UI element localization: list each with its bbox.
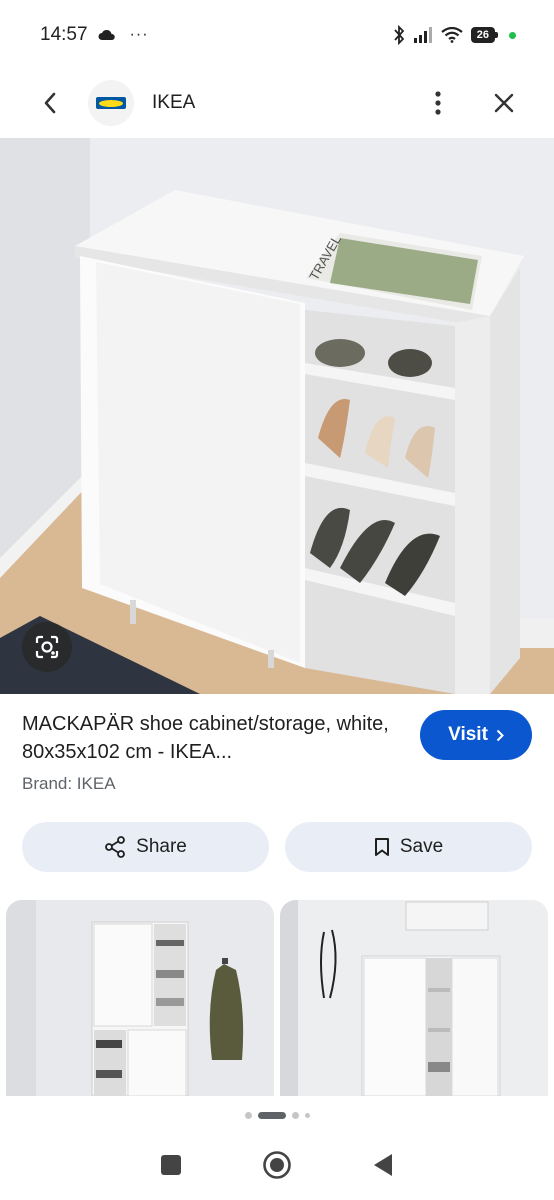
related-images [0, 900, 554, 1096]
related-cabinet-photo-2 [280, 900, 548, 1096]
bluetooth-icon [394, 25, 404, 45]
save-button[interactable]: Save [285, 822, 532, 872]
product-title[interactable]: MACKAPÄR shoe cabinet/storage, white, 80… [22, 710, 402, 766]
status-bar: 14:57 ··· 26 [0, 0, 554, 70]
site-name[interactable]: IKEA [152, 92, 195, 114]
privacy-indicator-dot [509, 31, 516, 39]
cloud-icon [98, 29, 115, 40]
lens-icon [35, 635, 59, 659]
related-image-1[interactable] [6, 900, 274, 1096]
share-button[interactable]: Share [22, 822, 269, 872]
share-label: Share [136, 836, 187, 857]
status-left: 14:57 ··· [40, 24, 149, 46]
close-icon [494, 93, 514, 113]
app-bar: IKEA [0, 70, 554, 136]
related-image-2[interactable] [280, 900, 548, 1096]
product-image[interactable]: TRAVEL [0, 138, 554, 694]
visit-button[interactable]: Visit [420, 710, 532, 760]
home-icon [263, 1150, 291, 1179]
site-logo[interactable] [88, 80, 134, 126]
pager-dot-active [257, 1111, 286, 1119]
status-right: 26 [393, 25, 516, 45]
share-icon [105, 836, 126, 858]
wifi-icon [441, 27, 463, 43]
action-buttons: Share Save [22, 822, 532, 872]
status-more-indicator: ··· [129, 26, 149, 43]
pager-dot [304, 1112, 310, 1118]
carousel-indicator [0, 1108, 554, 1122]
recents-icon [161, 1154, 181, 1175]
home-button[interactable] [262, 1150, 292, 1185]
more-vert-icon [435, 91, 441, 115]
chevron-right-icon [496, 729, 504, 741]
signal-icon [413, 27, 432, 43]
bookmark-icon [374, 838, 389, 856]
back-button[interactable] [26, 79, 74, 127]
product-brand: Brand: IKEA [22, 774, 116, 793]
back-nav-button[interactable] [372, 1152, 394, 1183]
shoe-cabinet-photo: TRAVEL [0, 138, 554, 694]
status-time: 14:57 [40, 24, 88, 45]
system-nav-bar [0, 1134, 554, 1200]
recents-button[interactable] [160, 1154, 182, 1181]
related-cabinet-photo-1 [6, 900, 274, 1096]
battery-icon: 26 [470, 27, 499, 43]
back-triangle-icon [374, 1153, 392, 1176]
pager-dot [244, 1111, 252, 1119]
back-arrow-icon [44, 92, 56, 114]
more-options-button[interactable] [414, 79, 462, 127]
ikea-logo [96, 97, 126, 109]
pager-dot [291, 1111, 299, 1119]
lens-search-button[interactable] [22, 622, 72, 672]
product-info: MACKAPÄR shoe cabinet/storage, white, 80… [0, 694, 554, 804]
save-label: Save [399, 836, 444, 857]
close-button[interactable] [480, 79, 528, 127]
visit-label: Visit [448, 724, 488, 745]
